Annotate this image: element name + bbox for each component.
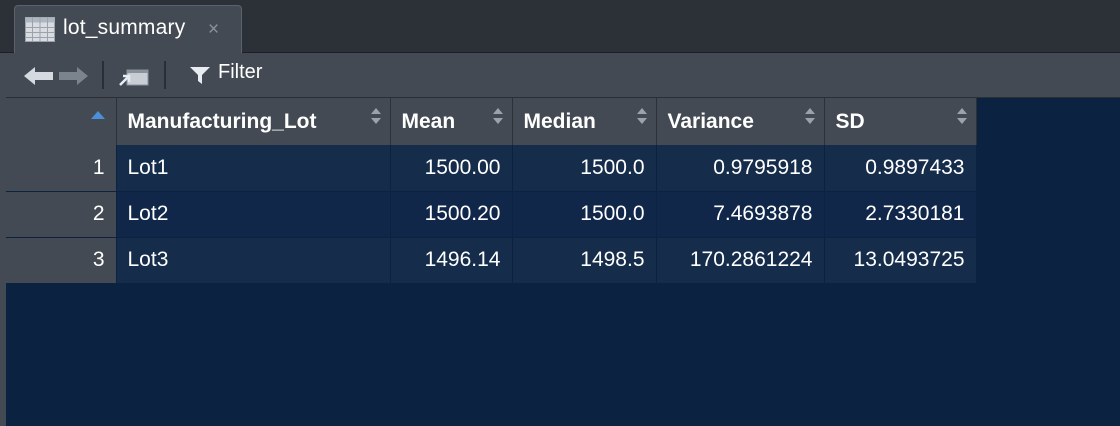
row-number: 3 bbox=[6, 237, 117, 284]
sort-icon[interactable] bbox=[804, 107, 815, 125]
close-icon[interactable]: × bbox=[208, 20, 219, 39]
cell-mean[interactable]: 1500.00 bbox=[390, 145, 513, 192]
column-header-manufacturing-lot[interactable]: Manufacturing_Lot bbox=[116, 98, 391, 145]
header-row: Manufacturing_Lot Mean Median Variance S… bbox=[6, 98, 977, 145]
column-header-sd[interactable]: SD bbox=[824, 98, 977, 145]
table-row[interactable]: 1 Lot1 1500.00 1500.0 0.9795918 0.989743… bbox=[6, 145, 977, 192]
sort-icon[interactable] bbox=[492, 107, 503, 125]
tab-title: lot_summary bbox=[63, 16, 186, 39]
column-header-variance[interactable]: Variance bbox=[656, 98, 825, 145]
cell-sd[interactable]: 0.9897433 bbox=[824, 145, 977, 192]
row-number: 1 bbox=[6, 145, 117, 192]
cell-manufacturing-lot[interactable]: Lot1 bbox=[116, 145, 391, 192]
column-header-label: Mean bbox=[401, 109, 456, 133]
tab-bar: lot_summary × bbox=[0, 0, 1120, 53]
toolbar: Filter bbox=[0, 53, 1120, 98]
cell-median[interactable]: 1498.5 bbox=[512, 237, 657, 284]
table-row[interactable]: 2 Lot2 1500.20 1500.0 7.4693878 2.733018… bbox=[6, 191, 977, 238]
cell-manufacturing-lot[interactable]: Lot3 bbox=[116, 237, 391, 284]
arrow-right-icon[interactable] bbox=[58, 66, 88, 86]
cell-variance[interactable]: 0.9795918 bbox=[656, 145, 825, 192]
filter-button-label[interactable]: Filter bbox=[218, 61, 262, 84]
funnel-icon[interactable] bbox=[190, 67, 210, 85]
column-header-mean[interactable]: Mean bbox=[390, 98, 513, 145]
sort-icon[interactable] bbox=[370, 107, 381, 125]
table-row[interactable]: 3 Lot3 1496.14 1498.5 170.2861224 13.049… bbox=[6, 237, 977, 284]
column-header-label: Median bbox=[523, 109, 596, 133]
popout-window-icon[interactable] bbox=[118, 63, 150, 87]
row-index-header[interactable] bbox=[6, 98, 117, 145]
tab-lot-summary[interactable]: lot_summary × bbox=[14, 5, 242, 53]
data-grid: Manufacturing_Lot Mean Median Variance S… bbox=[6, 98, 977, 284]
toolbar-divider bbox=[102, 61, 104, 89]
column-header-median[interactable]: Median bbox=[512, 98, 657, 145]
arrow-left-icon[interactable] bbox=[24, 66, 54, 86]
column-header-label: Variance bbox=[667, 109, 754, 133]
cell-sd[interactable]: 2.7330181 bbox=[824, 191, 977, 238]
column-header-label: Manufacturing_Lot bbox=[127, 109, 317, 133]
cell-median[interactable]: 1500.0 bbox=[512, 191, 657, 238]
row-number: 2 bbox=[6, 191, 117, 238]
cell-variance[interactable]: 7.4693878 bbox=[656, 191, 825, 238]
column-header-label: SD bbox=[835, 109, 865, 133]
sort-ascending-icon bbox=[91, 111, 105, 119]
sort-icon[interactable] bbox=[956, 107, 967, 125]
cell-mean[interactable]: 1496.14 bbox=[390, 237, 513, 284]
cell-mean[interactable]: 1500.20 bbox=[390, 191, 513, 238]
grid-table-icon bbox=[25, 17, 55, 42]
sort-icon[interactable] bbox=[636, 107, 647, 125]
cell-median[interactable]: 1500.0 bbox=[512, 145, 657, 192]
cell-variance[interactable]: 170.2861224 bbox=[656, 237, 825, 284]
cell-manufacturing-lot[interactable]: Lot2 bbox=[116, 191, 391, 238]
toolbar-divider bbox=[164, 61, 166, 89]
cell-sd[interactable]: 13.0493725 bbox=[824, 237, 977, 284]
